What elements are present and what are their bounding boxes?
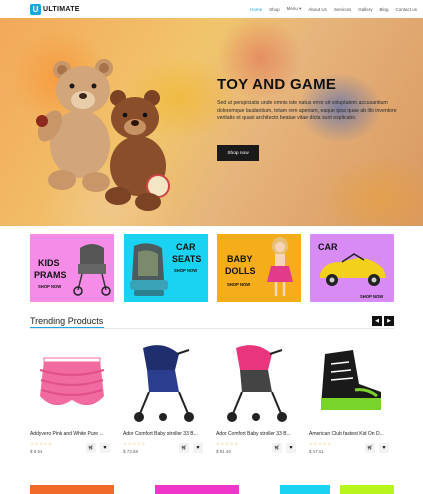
category-title-line1: KIDS xyxy=(38,258,60,268)
nav-gallery[interactable]: Gallery xyxy=(358,7,372,12)
cart-icon[interactable]: 🛒︎ xyxy=(179,443,189,453)
carousel-prev-button[interactable]: ◀ xyxy=(372,316,382,326)
hero-description: Sed ut perspiciatis unde omnis iste natu… xyxy=(217,100,397,122)
site-header: U ULTIMATE Home Shop Menu ▾ About Us Ser… xyxy=(0,0,423,18)
shop-now-button[interactable]: Shop now xyxy=(217,145,259,161)
heart-icon[interactable]: ♥ xyxy=(193,443,203,453)
heart-icon[interactable]: ♥ xyxy=(379,443,389,453)
nav-blog[interactable]: Blog xyxy=(379,7,388,12)
category-title-line2: DOLLS xyxy=(225,266,256,276)
product-name[interactable]: Ador Comfort Baby stroller 33 B... xyxy=(216,431,300,437)
category-car[interactable]: CAR SHOP NOW xyxy=(310,234,394,302)
next-section-tile[interactable] xyxy=(155,485,239,494)
section-divider xyxy=(30,328,394,329)
pram-image xyxy=(73,244,111,296)
category-title-line2: PRAMS xyxy=(34,270,67,280)
next-section-tile[interactable] xyxy=(280,485,330,494)
logo-mark: U xyxy=(30,3,41,15)
nav-services[interactable]: Services xyxy=(334,7,351,12)
star-rating: ☆☆☆☆☆ xyxy=(123,441,146,446)
section-title-trending: Trending Products xyxy=(30,316,104,326)
product-card[interactable]: Addyvero Pink and White Pure ... ☆☆☆☆☆ $… xyxy=(30,340,114,460)
shop-now-link[interactable]: SHOP NOW xyxy=(38,284,61,289)
category-title-line1: CAR xyxy=(176,242,196,252)
shop-now-link[interactable]: SHOP NOW xyxy=(360,294,383,299)
product-price: $ 8.54 xyxy=(30,449,43,454)
main-nav: Home Shop Menu ▾ About Us Services Galle… xyxy=(250,6,417,12)
product-card[interactable]: Ador Comfort Baby stroller 33 B... ☆☆☆☆☆… xyxy=(216,340,300,460)
product-price: $ 17.51 xyxy=(309,449,325,454)
cart-icon[interactable]: 🛒︎ xyxy=(86,443,96,453)
product-price: $ 91.40 xyxy=(216,449,232,454)
doll-image xyxy=(267,237,293,296)
hero-banner: TOY AND GAME Sed ut perspiciatis unde om… xyxy=(0,18,423,226)
shop-now-link[interactable]: SHOP NOW xyxy=(174,268,197,273)
nav-menu[interactable]: Menu ▾ xyxy=(287,6,302,12)
cart-icon[interactable]: 🛒︎ xyxy=(272,443,282,453)
product-name[interactable]: American Club fastest Kid On D... xyxy=(309,431,393,437)
next-section-tile[interactable] xyxy=(340,485,394,494)
logo[interactable]: U ULTIMATE xyxy=(30,3,80,15)
product-name[interactable]: Addyvero Pink and White Pure ... xyxy=(30,431,114,437)
category-title-line1: BABY xyxy=(227,254,253,264)
nav-shop[interactable]: Shop xyxy=(269,7,280,12)
nav-contact-us[interactable]: Contact us xyxy=(395,7,417,12)
heart-icon[interactable]: ♥ xyxy=(286,443,296,453)
product-card[interactable]: Ador Comfort Baby stroller 33 B... ☆☆☆☆☆… xyxy=(123,340,207,460)
product-price: $ 73.68 xyxy=(123,449,139,454)
hero-title: TOY AND GAME xyxy=(217,76,337,93)
product-name[interactable]: Ador Comfort Baby stroller 33 B... xyxy=(123,431,207,437)
star-rating: ☆☆☆☆☆ xyxy=(216,441,239,446)
star-rating: ☆☆☆☆☆ xyxy=(309,441,332,446)
next-section-tile[interactable] xyxy=(30,485,114,494)
car-seat-image xyxy=(130,243,168,296)
category-baby-dolls[interactable]: BABY DOLLS SHOP NOW xyxy=(217,234,301,302)
shop-now-link[interactable]: SHOP NOW xyxy=(227,282,250,287)
teddy-bears-image xyxy=(36,59,170,211)
star-rating: ☆☆☆☆☆ xyxy=(30,441,53,446)
carousel-next-button[interactable]: ▶ xyxy=(384,316,394,326)
logo-text: ULTIMATE xyxy=(43,5,80,13)
nav-about-us[interactable]: About Us xyxy=(308,7,327,12)
product-image xyxy=(39,357,105,406)
nav-home[interactable]: Home xyxy=(250,7,262,12)
toy-car-image xyxy=(320,253,386,286)
product-image xyxy=(321,350,381,410)
page: U ULTIMATE Home Shop Menu ▾ About Us Ser… xyxy=(0,0,423,494)
section-title-underline xyxy=(30,327,104,328)
category-car-seats[interactable]: CAR SEATS SHOP NOW xyxy=(124,234,208,302)
product-card[interactable]: American Club fastest Kid On D... ☆☆☆☆☆ … xyxy=(309,340,393,460)
category-kids-prams[interactable]: KIDS PRAMS SHOP NOW xyxy=(30,234,114,302)
product-image xyxy=(134,345,194,422)
product-image xyxy=(227,345,287,422)
heart-icon[interactable]: ♥ xyxy=(100,443,110,453)
category-title-line2: SEATS xyxy=(172,254,202,264)
cart-icon[interactable]: 🛒︎ xyxy=(365,443,375,453)
